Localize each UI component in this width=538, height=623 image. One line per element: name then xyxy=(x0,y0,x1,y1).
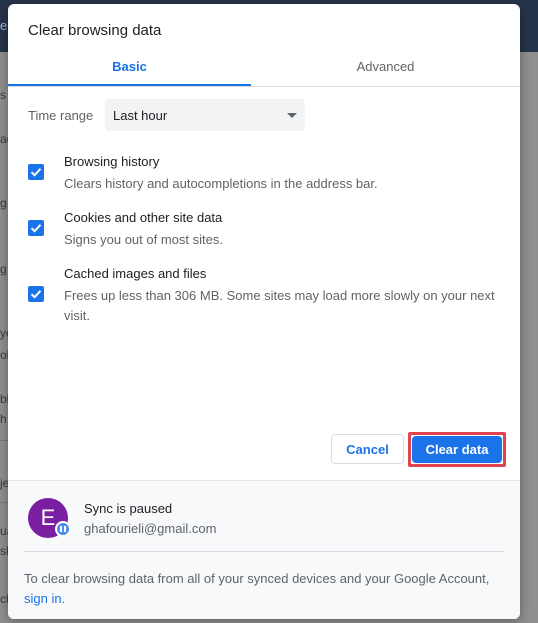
footer-note-text: To clear browsing data from all of your … xyxy=(24,571,490,586)
footer-note-suffix: . xyxy=(61,591,66,606)
sync-footer: E Sync is paused ghafourieli@gmail.com T… xyxy=(8,480,520,619)
background-fragment: e xyxy=(0,18,8,33)
option-description: Frees up less than 306 MB. Some sites ma… xyxy=(64,288,495,323)
option-description: Clears history and autocompletions in th… xyxy=(64,176,378,191)
tab-basic[interactable]: Basic xyxy=(8,59,251,74)
sync-paused-icon xyxy=(55,521,71,537)
option-title: Cookies and other site data xyxy=(64,210,223,225)
clear-browsing-data-dialog: Clear browsing data Basic Advanced Time … xyxy=(8,4,520,619)
dialog-title: Clear browsing data xyxy=(28,22,162,39)
tab-advanced[interactable]: Advanced xyxy=(251,59,520,74)
background-divider xyxy=(0,440,8,441)
tab-divider xyxy=(8,86,520,87)
checkmark-icon xyxy=(30,224,42,233)
checkbox-browsing-history[interactable] xyxy=(28,164,44,180)
time-range-value: Last hour xyxy=(113,108,168,123)
sign-in-link[interactable]: sign in xyxy=(24,591,62,606)
background-fragment: g xyxy=(0,196,7,210)
time-range-label: Time range xyxy=(28,108,94,123)
account-email: ghafourieli@gmail.com xyxy=(84,521,217,536)
checkbox-cached-images[interactable] xyxy=(28,286,44,302)
checkbox-cookies[interactable] xyxy=(28,220,44,236)
background-fragment: h xyxy=(0,412,7,426)
sync-status: Sync is paused xyxy=(84,501,173,516)
background-fragment: g xyxy=(0,262,7,276)
cancel-button[interactable]: Cancel xyxy=(331,434,404,464)
sync-paused-icon-glyph xyxy=(60,526,66,532)
clear-data-button[interactable]: Clear data xyxy=(412,436,502,463)
chevron-down-icon xyxy=(287,113,297,118)
background-divider xyxy=(0,502,8,503)
option-description: Signs you out of most sites. xyxy=(64,232,223,247)
checkmark-icon xyxy=(30,168,42,177)
checkmark-icon xyxy=(30,290,42,299)
option-title: Browsing history xyxy=(64,154,160,169)
footer-note: To clear browsing data from all of your … xyxy=(24,569,504,609)
background-fragment: s xyxy=(0,88,6,102)
option-title: Cached images and files xyxy=(64,266,207,281)
time-range-select[interactable]: Last hour xyxy=(105,99,305,131)
footer-divider xyxy=(24,551,504,552)
